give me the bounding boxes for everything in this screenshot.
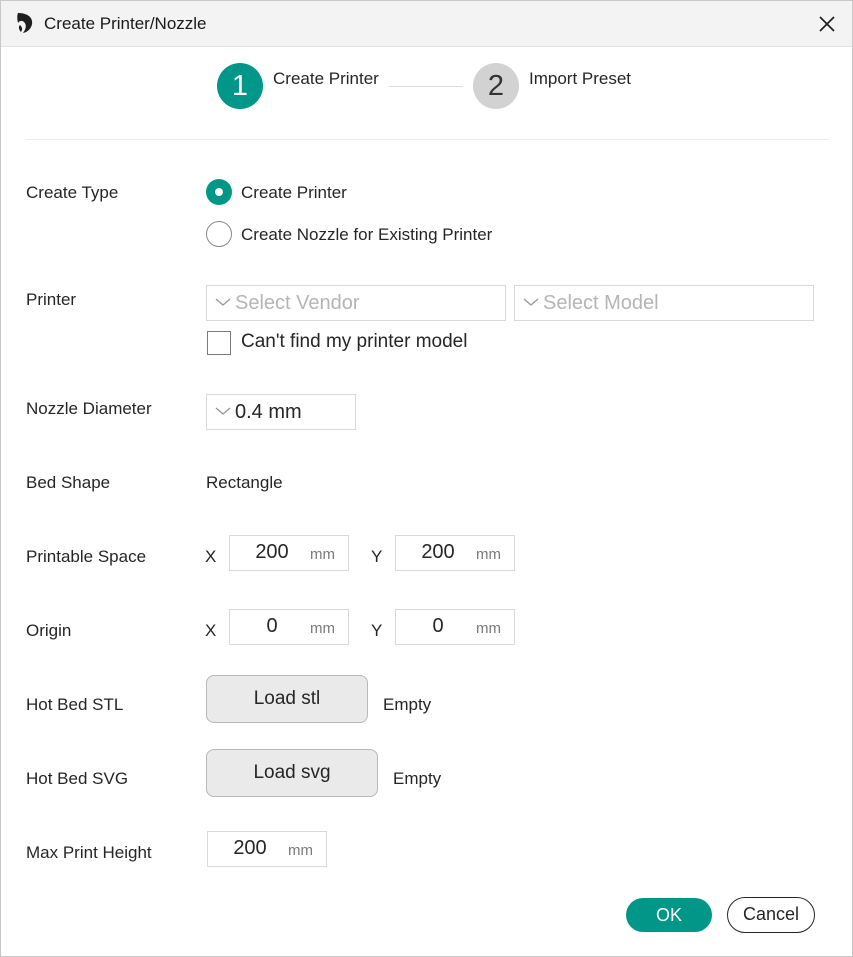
origin-x-label: X [205, 621, 217, 640]
origin-x-input[interactable]: 0 mm [229, 609, 349, 645]
cancel-button[interactable]: Cancel [727, 897, 815, 933]
hot-bed-svg-label: Hot Bed SVG [26, 769, 129, 788]
max-print-height-value: 200 [233, 837, 267, 859]
printable-space-x-input[interactable]: 200 mm [229, 535, 349, 571]
max-print-height-label: Max Print Height [26, 843, 152, 862]
create-nozzle-radio-label[interactable]: Create Nozzle for Existing Printer [241, 225, 492, 245]
origin-x-unit: mm [310, 620, 335, 637]
bed-shape-label: Bed Shape [26, 473, 111, 492]
max-print-height-input[interactable]: 200 mm [207, 831, 327, 867]
step-2-label: Import Preset [529, 69, 632, 88]
cant-find-printer-checkbox[interactable] [207, 331, 231, 355]
title-bar: Create Printer/Nozzle [1, 1, 852, 47]
load-stl-button[interactable]: Load stl [206, 675, 368, 723]
chevron-down-icon [523, 298, 539, 306]
printable-space-label: Printable Space [26, 547, 147, 566]
origin-y-value: 0 [432, 615, 444, 637]
nozzle-diameter-label: Nozzle Diameter [26, 399, 152, 418]
step-1-label: Create Printer [273, 69, 379, 88]
create-type-label: Create Type [26, 183, 119, 202]
nozzle-diameter-value: 0.4 mm [235, 401, 302, 423]
load-svg-button[interactable]: Load svg [206, 749, 378, 797]
max-print-height-unit: mm [288, 842, 313, 859]
vendor-select[interactable]: Select Vendor [206, 285, 506, 321]
create-printer-radio[interactable] [206, 179, 232, 205]
create-printer-dialog: Create Printer/Nozzle 1 Create Printer 2… [0, 0, 853, 957]
printable-space-y-value: 200 [421, 541, 455, 563]
printable-space-y-label: Y [371, 547, 383, 566]
printable-space-x-unit: mm [310, 546, 335, 563]
hot-bed-stl-status: Empty [383, 695, 432, 714]
close-icon[interactable] [809, 9, 845, 39]
step-1-circle: 1 [217, 63, 263, 109]
cant-find-printer-label[interactable]: Can't find my printer model [241, 331, 467, 353]
chevron-down-icon [215, 407, 231, 415]
origin-y-unit: mm [476, 620, 501, 637]
window-title: Create Printer/Nozzle [44, 14, 207, 33]
create-printer-radio-label[interactable]: Create Printer [241, 183, 347, 203]
hot-bed-stl-label: Hot Bed STL [26, 695, 124, 714]
step-2-circle: 2 [473, 63, 519, 109]
nozzle-diameter-select[interactable]: 0.4 mm [206, 394, 356, 430]
printer-label: Printer [26, 290, 77, 309]
hot-bed-svg-status: Empty [393, 769, 442, 788]
origin-label: Origin [26, 621, 72, 640]
printable-space-y-unit: mm [476, 546, 501, 563]
ok-button[interactable]: OK [626, 898, 712, 932]
origin-y-input[interactable]: 0 mm [395, 609, 515, 645]
vendor-select-placeholder: Select Vendor [235, 292, 360, 314]
chevron-down-icon [215, 298, 231, 306]
printable-space-y-input[interactable]: 200 mm [395, 535, 515, 571]
orca-slicer-logo-icon [17, 13, 33, 33]
origin-x-value: 0 [266, 615, 278, 637]
step-connector [389, 86, 463, 87]
printable-space-x-label: X [205, 547, 217, 566]
model-select-placeholder: Select Model [543, 292, 659, 314]
bed-shape-value: Rectangle [206, 473, 283, 492]
model-select[interactable]: Select Model [514, 285, 814, 321]
create-nozzle-radio[interactable] [206, 221, 232, 247]
origin-y-label: Y [371, 621, 383, 640]
header-divider [26, 139, 829, 140]
printable-space-x-value: 200 [255, 541, 289, 563]
